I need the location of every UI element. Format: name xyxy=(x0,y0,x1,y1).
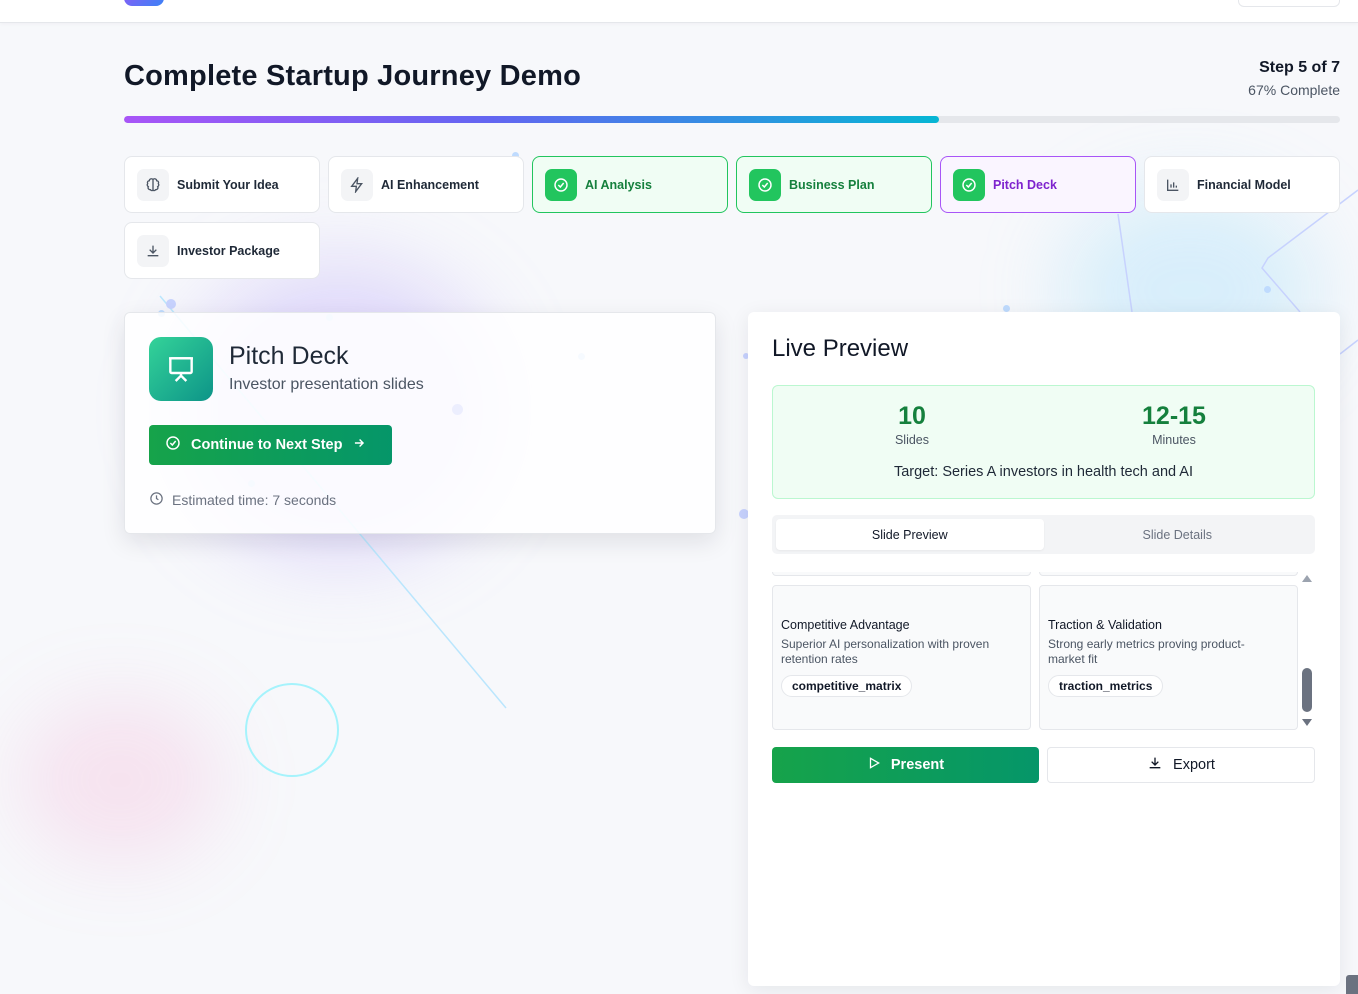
slide-card[interactable]: Competitive Advantage Superior AI person… xyxy=(772,585,1031,730)
progress-percent: 67% Complete xyxy=(1248,82,1340,98)
export-button[interactable]: Export xyxy=(1047,747,1315,783)
navbar-button[interactable] xyxy=(1238,0,1340,7)
slide-card-partial xyxy=(772,572,1031,576)
play-icon xyxy=(867,756,881,774)
continue-label: Continue to Next Step xyxy=(191,437,343,453)
deck-stats: 10 Slides 12-15 Minutes Target: Series A… xyxy=(772,385,1315,499)
minutes-stat: 12-15 Minutes xyxy=(1074,402,1274,447)
window-scrollbar[interactable] xyxy=(1346,975,1358,994)
arrow-right-icon xyxy=(352,436,366,454)
scroll-up-arrow[interactable] xyxy=(1302,575,1312,582)
top-navbar xyxy=(0,0,1358,23)
check-circle-icon xyxy=(545,168,577,201)
current-step-title: Pitch Deck xyxy=(229,342,349,370)
slides-label: Slides xyxy=(894,433,930,447)
minutes-count: 12-15 xyxy=(1142,402,1206,430)
target-audience: Target: Series A investors in health tec… xyxy=(893,464,1194,480)
live-preview-title: Live Preview xyxy=(772,335,909,362)
progress-bar-fill xyxy=(124,116,939,123)
estimated-time: Estimated time: 7 seconds xyxy=(149,491,336,509)
estimated-time-text: Estimated time: 7 seconds xyxy=(172,492,337,508)
slide-description: Superior AI personalization with proven … xyxy=(781,637,990,666)
tab-slide-details[interactable]: Slide Details xyxy=(1044,519,1312,550)
step-investor-package[interactable]: Investor Package xyxy=(124,222,320,279)
current-step-card: Pitch Deck Investor presentation slides … xyxy=(124,312,716,534)
slide-title: Traction & Validation xyxy=(1048,618,1162,632)
step-label: Submit Your Idea xyxy=(177,177,279,192)
present-button[interactable]: Present xyxy=(772,747,1039,783)
presentation-icon xyxy=(149,337,213,401)
bar-chart-icon xyxy=(1157,168,1189,201)
clock-icon xyxy=(149,491,164,509)
slide-description: Strong early metrics proving product-mar… xyxy=(1048,637,1245,666)
download-icon xyxy=(1147,755,1163,775)
step-ai-enhancement[interactable]: AI Enhancement xyxy=(328,156,524,213)
continue-next-step-button[interactable]: Continue to Next Step xyxy=(149,425,392,465)
step-label: AI Enhancement xyxy=(381,177,479,192)
slide-title: Competitive Advantage xyxy=(781,618,910,632)
step-label: AI Analysis xyxy=(585,177,652,192)
lightning-icon xyxy=(341,168,373,201)
scrollbar-thumb[interactable] xyxy=(1302,668,1312,712)
brain-icon xyxy=(137,168,169,201)
slide-card[interactable]: Traction & Validation Strong early metri… xyxy=(1039,585,1298,730)
slides-count: 10 xyxy=(898,402,926,430)
present-label: Present xyxy=(890,757,945,773)
slides-stat: 10 Slides xyxy=(812,402,1012,447)
app-logo[interactable] xyxy=(124,0,164,6)
slides-list[interactable]: Competitive Advantage Superior AI person… xyxy=(772,572,1315,732)
step-label: Investor Package xyxy=(177,243,280,258)
step-label: Business Plan xyxy=(789,177,875,192)
scroll-down-arrow[interactable] xyxy=(1302,719,1312,726)
step-ai-analysis[interactable]: AI Analysis xyxy=(532,156,728,213)
current-step-subtitle: Investor presentation slides xyxy=(229,376,424,393)
check-circle-icon xyxy=(165,435,181,455)
preview-tabs: Slide Preview Slide Details xyxy=(772,515,1315,554)
slide-tag: traction_metrics xyxy=(1048,675,1164,697)
step-pitch-deck[interactable]: Pitch Deck xyxy=(940,156,1136,213)
slide-card-partial xyxy=(1039,572,1298,576)
step-label: Pitch Deck xyxy=(993,177,1057,192)
check-circle-icon xyxy=(749,168,781,201)
check-circle-icon xyxy=(953,168,985,201)
step-financial-model[interactable]: Financial Model xyxy=(1144,156,1340,213)
tab-slide-preview[interactable]: Slide Preview xyxy=(776,519,1044,550)
download-icon xyxy=(137,234,169,267)
step-label: Financial Model xyxy=(1197,177,1291,192)
progress-bar xyxy=(124,116,1340,123)
step-submit-idea[interactable]: Submit Your Idea xyxy=(124,156,320,213)
export-label: Export xyxy=(1173,757,1215,773)
step-business-plan[interactable]: Business Plan xyxy=(736,156,932,213)
slide-tag: competitive_matrix xyxy=(781,675,913,697)
live-preview-panel: Live Preview 10 Slides 12-15 Minutes Tar… xyxy=(748,312,1340,986)
step-counter: Step 5 of 7 xyxy=(1259,59,1340,76)
page-title: Complete Startup Journey Demo xyxy=(124,60,581,92)
minutes-label: Minutes xyxy=(1152,433,1196,447)
